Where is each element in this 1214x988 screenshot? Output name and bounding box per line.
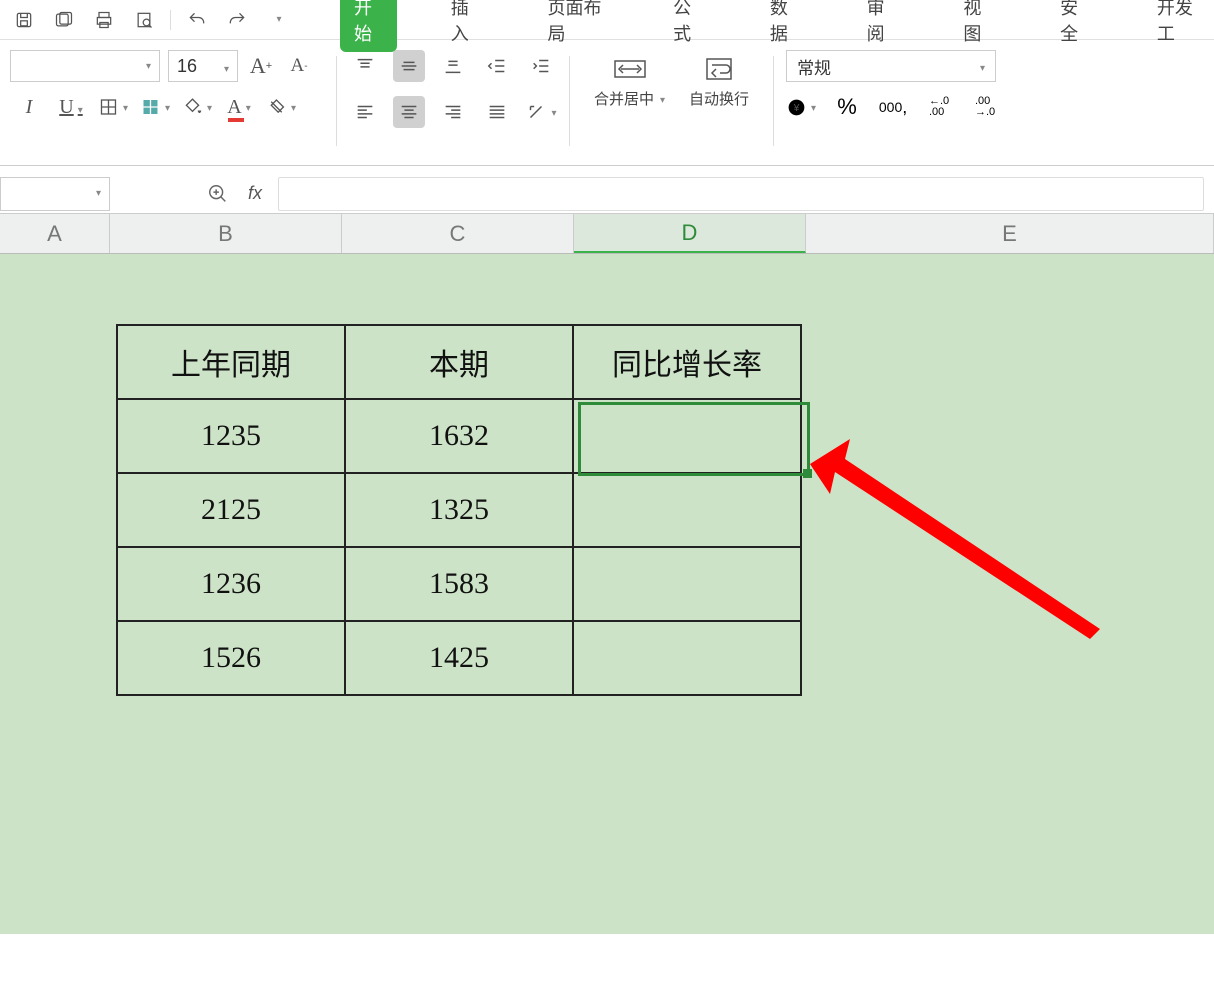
column-headers: A B C D E [0, 214, 1214, 254]
col-header-D[interactable]: D [574, 214, 806, 253]
name-box[interactable] [0, 177, 110, 211]
font-color-button[interactable]: A [224, 92, 254, 122]
undo-icon[interactable] [183, 6, 211, 34]
percent-icon[interactable]: % [832, 92, 862, 122]
number-format-value: 常规 [797, 54, 831, 79]
col-header-C[interactable]: C [342, 214, 574, 253]
data-table: 上年同期 本期 同比增长率 1235 1632 2125 1325 1236 1… [116, 324, 802, 696]
cell[interactable]: 1583 [345, 547, 573, 621]
tab-insert[interactable]: 插入 [437, 0, 494, 52]
annotation-arrow [790, 424, 1120, 654]
tab-security[interactable]: 安全 [1046, 0, 1103, 52]
ribbon: 16 A+ A- I U A [0, 40, 1214, 166]
separator [773, 56, 774, 146]
increase-indent-icon[interactable] [525, 50, 557, 82]
customize-qat-icon[interactable] [263, 6, 291, 34]
orientation-icon[interactable] [525, 96, 557, 128]
merge-center-label: 合并居中 [594, 88, 654, 109]
cell[interactable]: 1526 [117, 621, 345, 695]
comma-style-icon[interactable]: 000, [878, 92, 908, 122]
cell[interactable]: 1425 [345, 621, 573, 695]
decrease-decimal-icon[interactable]: .00→.0 [970, 92, 1000, 122]
align-top-icon[interactable] [349, 50, 381, 82]
tab-start[interactable]: 开始 [340, 0, 397, 52]
align-bottom-icon[interactable] [437, 50, 469, 82]
tab-formulas[interactable]: 公式 [659, 0, 716, 52]
wrap-text-label: 自动换行 [689, 88, 749, 109]
print-icon[interactable] [90, 6, 118, 34]
decrease-indent-icon[interactable] [481, 50, 513, 82]
cell[interactable]: 1632 [345, 399, 573, 473]
cell[interactable]: 2125 [117, 473, 345, 547]
font-name-select[interactable] [10, 50, 160, 82]
separator [170, 10, 171, 30]
separator [569, 56, 570, 146]
cell[interactable] [573, 399, 801, 473]
cell[interactable] [573, 547, 801, 621]
worksheet-area[interactable]: 上年同期 本期 同比增长率 1235 1632 2125 1325 1236 1… [0, 254, 1214, 934]
table-row: 1235 1632 [117, 399, 801, 473]
cell[interactable] [573, 621, 801, 695]
fx-label[interactable]: fx [244, 183, 266, 204]
align-justify-icon[interactable] [481, 96, 513, 128]
col-header-E[interactable]: E [806, 214, 1214, 253]
table-row: 2125 1325 [117, 473, 801, 547]
align-right-icon[interactable] [437, 96, 469, 128]
table-header-row: 上年同期 本期 同比增长率 [117, 325, 801, 399]
save-as-icon[interactable] [50, 6, 78, 34]
header-rate[interactable]: 同比增长率 [573, 325, 801, 399]
alignment-group [349, 50, 557, 128]
redo-icon[interactable] [223, 6, 251, 34]
align-center-icon[interactable] [393, 96, 425, 128]
merge-center-button[interactable]: 合并居中 [582, 50, 677, 115]
print-preview-icon[interactable] [130, 6, 158, 34]
tab-developer[interactable]: 开发工 [1143, 0, 1214, 52]
grow-font-icon[interactable]: A+ [246, 51, 276, 81]
cell[interactable]: 1325 [345, 473, 573, 547]
currency-icon[interactable]: ¥ [786, 92, 816, 122]
borders-button[interactable] [98, 92, 128, 122]
wrap-text-button[interactable]: 自动换行 [677, 50, 761, 115]
align-left-icon[interactable] [349, 96, 381, 128]
tab-view[interactable]: 视图 [949, 0, 1006, 52]
fill-handle[interactable] [803, 469, 812, 478]
number-format-group: 常规 ¥ % 000, ←.0.00 .00→.0 [786, 50, 1000, 122]
cell[interactable]: 1236 [117, 547, 345, 621]
zoom-icon[interactable] [204, 180, 232, 208]
separator [336, 56, 337, 146]
underline-button[interactable]: U [56, 92, 86, 122]
formula-bar: fx [0, 166, 1214, 214]
italic-button[interactable]: I [14, 92, 44, 122]
header-curr[interactable]: 本期 [345, 325, 573, 399]
tab-review[interactable]: 审阅 [853, 0, 910, 52]
header-prev[interactable]: 上年同期 [117, 325, 345, 399]
tab-data[interactable]: 数据 [756, 0, 813, 52]
fill-color-button[interactable] [182, 92, 212, 122]
col-header-A[interactable]: A [0, 214, 110, 253]
cell[interactable] [573, 473, 801, 547]
svg-text:¥: ¥ [793, 102, 800, 113]
table-row: 1526 1425 [117, 621, 801, 695]
font-group: 16 A+ A- I U A [0, 50, 324, 122]
formula-input[interactable] [278, 177, 1204, 211]
cell-style-button[interactable] [140, 92, 170, 122]
menu-tabs: 开始 插入 页面布局 公式 数据 审阅 视图 安全 开发工 [320, 0, 1214, 40]
cell[interactable]: 1235 [117, 399, 345, 473]
save-icon[interactable] [10, 6, 38, 34]
col-header-B[interactable]: B [110, 214, 342, 253]
font-size-select[interactable]: 16 [168, 50, 238, 82]
number-format-select[interactable]: 常规 [786, 50, 996, 82]
shrink-font-icon[interactable]: A- [284, 51, 314, 81]
table-row: 1236 1583 [117, 547, 801, 621]
tab-page-layout[interactable]: 页面布局 [534, 0, 620, 52]
align-middle-icon[interactable] [393, 50, 425, 82]
increase-decimal-icon[interactable]: ←.0.00 [924, 92, 954, 122]
font-size-value: 16 [177, 56, 197, 77]
clear-format-button[interactable] [266, 92, 296, 122]
